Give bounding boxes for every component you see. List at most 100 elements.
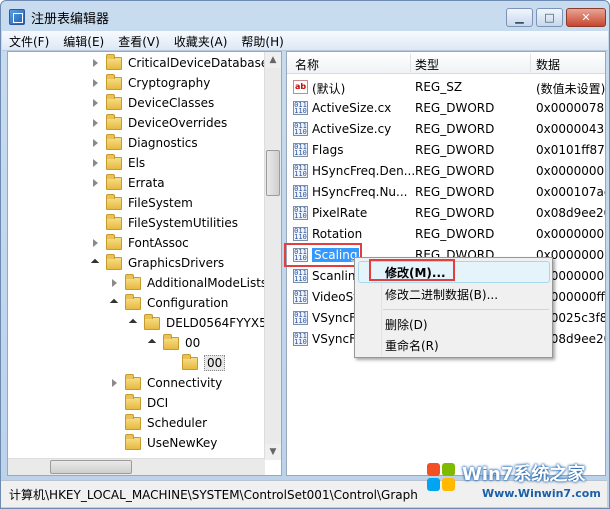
collapsed-arrow-icon[interactable] (91, 78, 101, 88)
collapsed-arrow-icon[interactable] (91, 238, 101, 248)
value-name: ActiveSize.cx (312, 101, 392, 115)
tree-item[interactable]: UseNewKey (110, 433, 217, 453)
folder-icon (106, 93, 122, 110)
collapsed-arrow-icon[interactable] (91, 58, 101, 68)
tree-item[interactable]: Errata (91, 173, 165, 193)
tree-item[interactable]: Connectivity (110, 373, 222, 393)
menu-delete[interactable]: 删除(D) (385, 316, 428, 333)
tree-horizontal-scrollbar[interactable] (8, 458, 265, 475)
tree-item[interactable]: Diagnostics (91, 133, 198, 153)
table-row[interactable]: ab (默认) REG_SZ (数值未设置) (287, 77, 606, 98)
tree-item-label: AdditionalModeLists (147, 276, 268, 290)
maximize-button[interactable]: □ (536, 8, 563, 27)
tree-vscroll-thumb[interactable] (266, 150, 280, 196)
value-data: 0x00000001 (536, 227, 606, 241)
binary-value-icon: 011 110 (293, 122, 308, 136)
binary-value-icon: 011 110 (293, 290, 308, 304)
table-row[interactable]: 011 110 ActiveSize.cx REG_DWORD 0x00000780 (287, 98, 605, 119)
menu-1[interactable]: 编辑(E) (56, 31, 111, 50)
table-row[interactable]: 011 110 ActiveSize.cy REG_DWORD 0x00000438 (287, 119, 605, 140)
tree-item-label: Connectivity (147, 376, 223, 390)
list-header: 名称 类型 数据 (287, 52, 605, 74)
tree-item-label: Cryptography (128, 76, 211, 90)
tree-item[interactable]: FileSystemUtilities (91, 213, 238, 233)
table-row[interactable]: 011 110 HSyncFreq.Nu... REG_DWORD 0x000107a… (287, 182, 605, 203)
expanded-arrow-icon[interactable] (91, 258, 101, 268)
close-button[interactable]: ✕ (566, 8, 606, 27)
menu-3[interactable]: 收藏夹(A) (167, 31, 235, 50)
tree-item[interactable]: DeviceOverrides (91, 113, 227, 133)
folder-icon (125, 433, 141, 450)
column-name[interactable]: 名称 (295, 56, 319, 73)
value-type: REG_DWORD (415, 227, 495, 241)
tree-item-label: 00 (185, 336, 201, 350)
tree-item[interactable]: DCI (110, 393, 168, 413)
tree-item[interactable]: Els (91, 153, 145, 173)
tree-item-label: FileSystem (128, 196, 193, 210)
tree-item[interactable]: DELD0564FYYX52 (129, 313, 274, 333)
tree-item-label: UseNewKey (147, 436, 218, 450)
tree-vertical-scrollbar[interactable]: ▲ ▼ (264, 52, 281, 460)
folder-icon (125, 373, 141, 390)
value-type: REG_DWORD (415, 164, 495, 178)
collapsed-arrow-icon[interactable] (91, 178, 101, 188)
value-type: REG_DWORD (415, 122, 495, 136)
tree-hscroll-thumb[interactable] (50, 460, 132, 474)
tree-item[interactable]: DeviceClasses (91, 93, 214, 113)
tree-item-label: DCI (147, 396, 169, 410)
tree-item[interactable]: Scheduler (110, 413, 207, 433)
registry-tree[interactable]: CriticalDeviceDatabase Cryptography Device… (7, 51, 282, 476)
collapsed-arrow-icon[interactable] (110, 278, 120, 288)
menu-2[interactable]: 查看(V) (111, 31, 167, 50)
scroll-down-icon[interactable]: ▼ (265, 444, 281, 460)
value-data: 0x00000001 (536, 164, 606, 178)
tree-item[interactable]: Configuration (110, 293, 228, 313)
expanded-arrow-icon[interactable] (148, 338, 158, 348)
folder-icon (163, 333, 179, 350)
menu-0[interactable]: 文件(F) (2, 31, 56, 50)
menu-modify-binary[interactable]: 修改二进制数据(B)... (385, 286, 498, 303)
collapsed-arrow-icon[interactable] (91, 158, 101, 168)
binary-value-icon: 011 110 (293, 227, 308, 241)
expanded-arrow-icon[interactable] (110, 298, 120, 308)
collapsed-arrow-icon[interactable] (110, 378, 120, 388)
table-row[interactable]: 011 110 HSyncFreq.Den... REG_DWORD 0x000000… (287, 161, 606, 182)
value-name: VSyncFr (312, 311, 361, 325)
value-name: ActiveSize.cy (312, 122, 392, 136)
tree-item[interactable]: 00 (167, 353, 226, 373)
expanded-arrow-icon[interactable] (129, 318, 139, 328)
folder-icon (144, 313, 160, 330)
tree-item[interactable]: Cryptography (91, 73, 210, 93)
minimize-button[interactable]: ▁ (506, 8, 533, 27)
table-row[interactable]: 011 110 PixelRate REG_DWORD 0x08d9ee20 (287, 203, 605, 224)
tree-item[interactable]: AdditionalModeLists (110, 273, 267, 293)
folder-icon (125, 293, 141, 310)
collapsed-arrow-icon[interactable] (91, 138, 101, 148)
tree-item[interactable]: 00 (148, 333, 200, 353)
folder-icon (125, 273, 141, 290)
title-bar[interactable]: 注册表编辑器 ▁ □ ✕ (1, 1, 609, 31)
binary-value-icon: 011 110 (293, 332, 308, 346)
collapsed-arrow-icon[interactable] (91, 118, 101, 128)
menu-rename[interactable]: 重命名(R) (385, 337, 439, 354)
tree-item[interactable]: CriticalDeviceDatabase (91, 53, 268, 73)
value-data: (数值未设置) (536, 82, 606, 96)
column-data[interactable]: 数据 (536, 56, 560, 73)
tree-item-label: DELD0564FYYX52 (166, 316, 275, 330)
menu-4[interactable]: 帮助(H) (234, 31, 290, 50)
scroll-up-icon[interactable]: ▲ (265, 52, 281, 68)
tree-item[interactable]: FontAssoc (91, 233, 189, 253)
value-name: (默认) (312, 82, 346, 96)
folder-icon (106, 213, 122, 230)
value-type: REG_DWORD (415, 206, 495, 220)
column-type[interactable]: 类型 (415, 56, 439, 73)
table-row[interactable]: 011 110 Rotation REG_DWORD 0x00000001 (287, 224, 606, 245)
folder-icon (106, 113, 122, 130)
tree-item[interactable]: GraphicsDrivers (91, 253, 224, 273)
collapsed-arrow-icon[interactable] (91, 98, 101, 108)
tree-item[interactable]: FileSystem (91, 193, 193, 213)
table-row[interactable]: 011 110 Flags REG_DWORD 0x0101ff87 (287, 140, 605, 161)
value-type: REG_SZ (415, 80, 463, 94)
